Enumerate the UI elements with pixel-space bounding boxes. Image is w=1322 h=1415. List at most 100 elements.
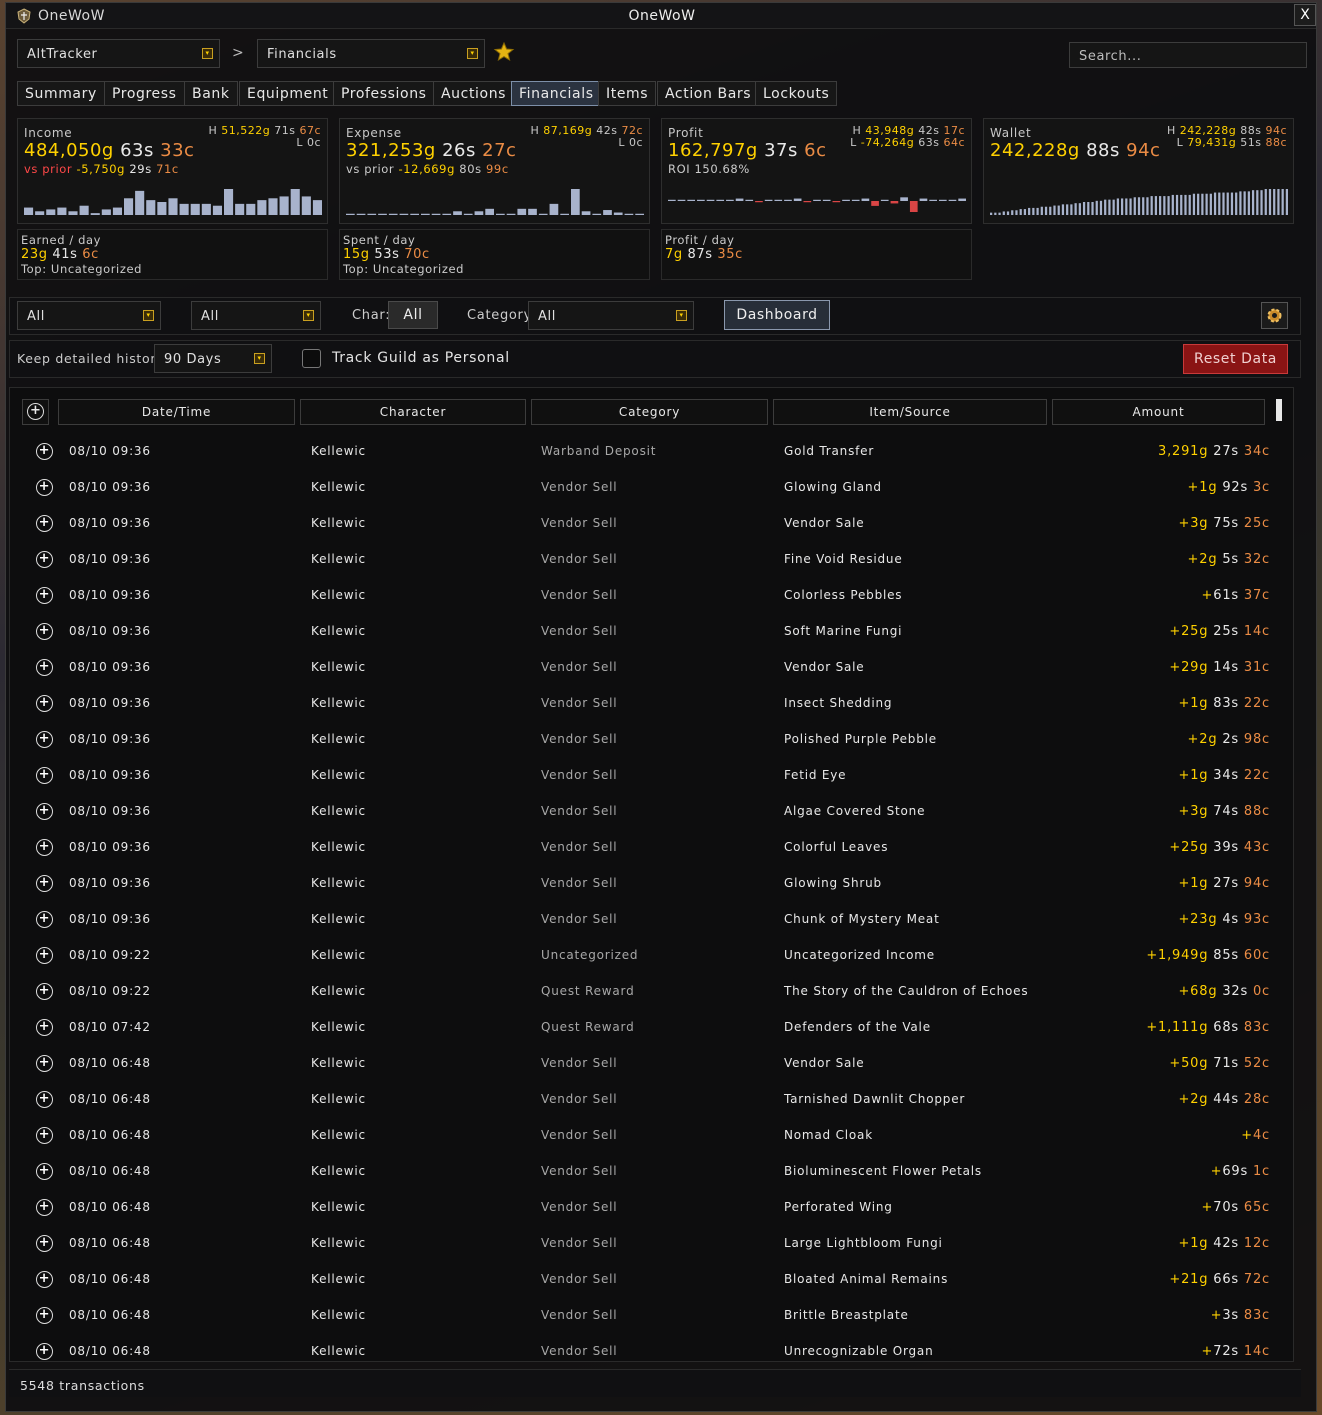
expand-row-icon[interactable]: + (36, 659, 53, 676)
table-row[interactable]: +08/10 09:36 Kellewic Warband Deposit Gold … (24, 433, 1286, 469)
tab-equipment[interactable]: Equipment (239, 81, 337, 106)
table-row[interactable]: +08/10 09:36 Kellewic Vendor Sell Algae Cov… (24, 793, 1286, 829)
column-header-amount[interactable]: Amount (1052, 399, 1265, 425)
table-row[interactable]: +08/10 06:48 Kellewic Vendor Sell Large Lig… (24, 1225, 1286, 1261)
column-header-category[interactable]: Category (531, 399, 768, 425)
table-row[interactable]: +08/10 09:36 Kellewic Vendor Sell Colorful … (24, 829, 1286, 865)
table-row[interactable]: +08/10 09:36 Kellewic Vendor Sell Fine Void… (24, 541, 1286, 577)
expand-row-icon[interactable]: + (36, 731, 53, 748)
expand-row-icon[interactable]: + (36, 1019, 53, 1036)
tab-action-bars[interactable]: Action Bars (657, 81, 760, 106)
tab-bank[interactable]: Bank (184, 81, 238, 106)
expand-row-icon[interactable]: + (36, 875, 53, 892)
category: Vendor Sell (541, 1128, 618, 1142)
expand-row-icon[interactable]: + (36, 983, 53, 1000)
column-header-character[interactable]: Character (300, 399, 526, 425)
expand-row-icon[interactable]: + (36, 695, 53, 712)
spark-bar (190, 203, 200, 215)
table-row[interactable]: +08/10 09:36 Kellewic Vendor Sell Glowing S… (24, 865, 1286, 901)
table-row[interactable]: +08/10 09:22 Kellewic Uncategorized Uncateg… (24, 937, 1286, 973)
expand-row-icon[interactable]: + (36, 479, 53, 496)
expand-row-icon[interactable]: + (36, 515, 53, 532)
tab-progress[interactable]: Progress (104, 81, 185, 106)
expand-row-icon[interactable]: + (36, 551, 53, 568)
table-row[interactable]: +08/10 09:36 Kellewic Vendor Sell Fetid Eye… (24, 757, 1286, 793)
expand-row-icon[interactable]: + (36, 1055, 53, 1072)
search-input[interactable]: Search... (1069, 42, 1307, 68)
table-row[interactable]: +08/10 06:48 Kellewic Vendor Sell Bloated A… (24, 1261, 1286, 1297)
settings-gear-icon[interactable] (1261, 302, 1288, 329)
section-dropdown[interactable]: Financials ▾ (257, 39, 485, 68)
spark-bar (431, 213, 441, 215)
column-header-datetime[interactable]: Date/Time (58, 399, 295, 425)
title-bar[interactable]: OneWoW OneWoW X (6, 3, 1316, 29)
expand-row-icon[interactable]: + (36, 803, 53, 820)
table-row[interactable]: +08/10 06:48 Kellewic Vendor Sell Perforate… (24, 1189, 1286, 1225)
item-source: Brittle Breastplate (784, 1308, 909, 1322)
expand-row-icon[interactable]: + (36, 1307, 53, 1324)
table-row[interactable]: +08/10 07:42 Kellewic Quest Reward Defender… (24, 1009, 1286, 1045)
table-row[interactable]: +08/10 09:36 Kellewic Vendor Sell Colorless… (24, 577, 1286, 613)
tab-items[interactable]: Items (598, 81, 657, 106)
item-source: Algae Covered Stone (784, 804, 926, 818)
spark-bar (1002, 211, 1005, 215)
spark-bar (1180, 194, 1183, 215)
character: Kellewic (311, 516, 366, 530)
expand-row-icon[interactable]: + (36, 1127, 53, 1144)
history-dropdown[interactable]: 90 Days ▾ (154, 344, 272, 373)
expand-row-icon[interactable]: + (36, 839, 53, 856)
table-row[interactable]: +08/10 09:36 Kellewic Vendor Sell Vendor Sa… (24, 649, 1286, 685)
expand-all-button[interactable]: + (22, 399, 49, 425)
search-placeholder: Search... (1079, 49, 1142, 64)
char-filter-button[interactable]: All (388, 301, 438, 329)
scrollbar-thumb[interactable] (1276, 399, 1282, 421)
expand-row-icon[interactable]: + (36, 443, 53, 460)
filter-dropdown-1[interactable]: All ▾ (17, 301, 161, 330)
amount: +1g 42s 12c (1178, 1236, 1270, 1251)
item-source: Nomad Cloak (784, 1128, 873, 1142)
table-row[interactable]: +08/10 06:48 Kellewic Vendor Sell Tarnished… (24, 1081, 1286, 1117)
table-row[interactable]: +08/10 09:36 Kellewic Vendor Sell Vendor Sa… (24, 505, 1286, 541)
tab-professions[interactable]: Professions (333, 81, 435, 106)
table-row[interactable]: +08/10 09:36 Kellewic Vendor Sell Polished … (24, 721, 1286, 757)
spark-bar (861, 198, 870, 201)
tab-auctions[interactable]: Auctions (433, 81, 515, 106)
expand-row-icon[interactable]: + (36, 1271, 53, 1288)
module-dropdown[interactable]: AltTracker ▾ (17, 39, 220, 68)
column-header-item-source[interactable]: Item/Source (773, 399, 1047, 425)
expand-row-icon[interactable]: + (36, 1199, 53, 1216)
dashboard-button[interactable]: Dashboard (724, 300, 830, 330)
favorite-star-icon[interactable] (493, 41, 515, 63)
filter-dropdown-2[interactable]: All ▾ (191, 301, 321, 330)
expand-row-icon[interactable]: + (36, 767, 53, 784)
table-row[interactable]: +08/10 06:48 Kellewic Vendor Sell Brittle B… (24, 1297, 1286, 1333)
expand-row-icon[interactable]: + (36, 1091, 53, 1108)
expand-row-icon[interactable]: + (36, 1163, 53, 1180)
table-row[interactable]: +08/10 06:48 Kellewic Vendor Sell Nomad Clo… (24, 1117, 1286, 1153)
expand-row-icon[interactable]: + (36, 623, 53, 640)
close-button[interactable]: X (1294, 4, 1316, 26)
expand-row-icon[interactable]: + (36, 1343, 53, 1360)
table-row[interactable]: +08/10 09:22 Kellewic Quest Reward The Stor… (24, 973, 1286, 1009)
expand-row-icon[interactable]: + (36, 587, 53, 604)
table-row[interactable]: +08/10 06:48 Kellewic Vendor Sell Biolumine… (24, 1153, 1286, 1189)
spark-bar (635, 213, 644, 215)
reset-data-button[interactable]: Reset Data (1183, 344, 1288, 374)
track-guild-checkbox[interactable] (302, 349, 321, 368)
tab-lockouts[interactable]: Lockouts (755, 81, 838, 106)
table-row[interactable]: +08/10 06:48 Kellewic Vendor Sell Unrecogni… (24, 1333, 1286, 1361)
expand-row-icon[interactable]: + (36, 1235, 53, 1252)
category-dropdown[interactable]: All ▾ (528, 301, 694, 330)
expand-row-icon[interactable]: + (36, 947, 53, 964)
expense-card: Expense H 87,169g 42s 72c L 0c 321,253g … (339, 118, 650, 224)
tab-summary[interactable]: Summary (17, 81, 105, 106)
spark-bar (1104, 199, 1107, 215)
expand-row-icon[interactable]: + (36, 911, 53, 928)
table-row[interactable]: +08/10 09:36 Kellewic Vendor Sell Soft Mari… (24, 613, 1286, 649)
tab-financials[interactable]: Financials (511, 81, 602, 106)
table-row[interactable]: +08/10 09:36 Kellewic Vendor Sell Chunk of … (24, 901, 1286, 937)
spark-bar (399, 213, 409, 215)
table-row[interactable]: +08/10 06:48 Kellewic Vendor Sell Vendor Sa… (24, 1045, 1286, 1081)
table-row[interactable]: +08/10 09:36 Kellewic Vendor Sell Glowing G… (24, 469, 1286, 505)
table-row[interactable]: +08/10 09:36 Kellewic Vendor Sell Insect Sh… (24, 685, 1286, 721)
